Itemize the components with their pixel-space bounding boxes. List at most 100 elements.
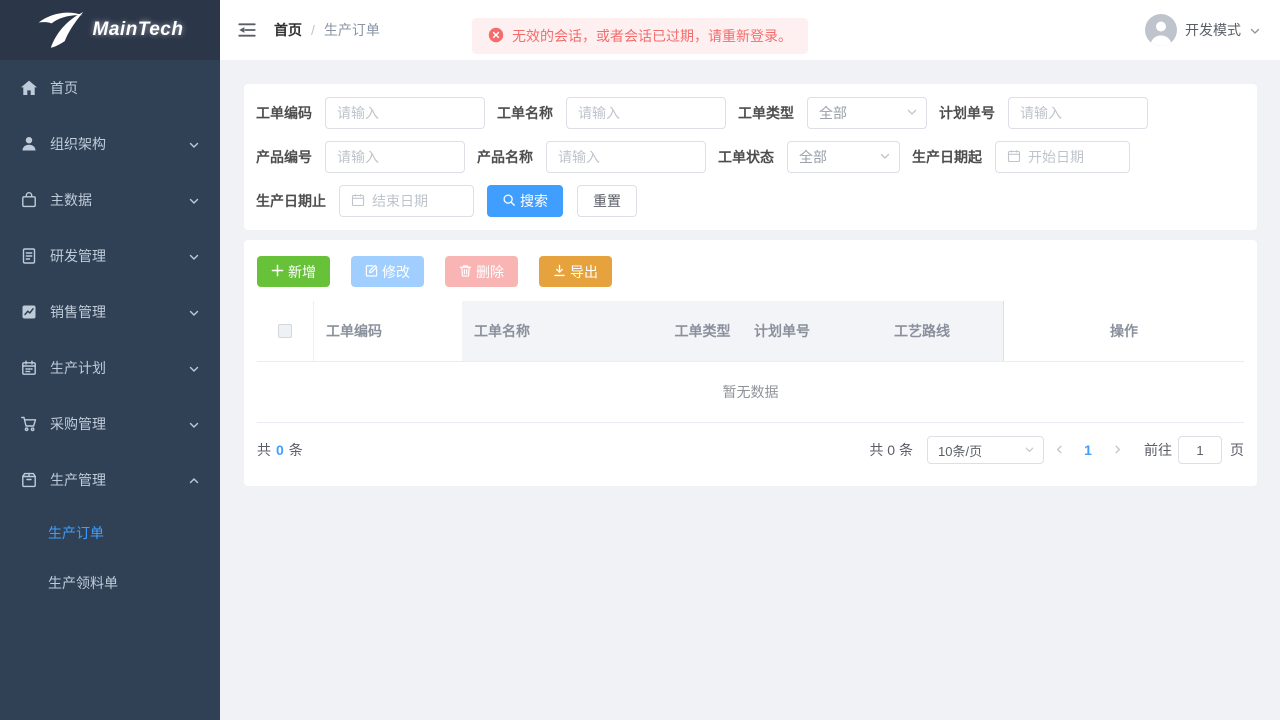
select-value: 全部	[799, 147, 879, 167]
column-header-plan-order-no: 计划单号	[742, 301, 882, 361]
table-toolbar: 新增 修改 删除 导出	[257, 256, 1244, 287]
calendar-icon	[20, 359, 38, 377]
delete-button[interactable]: 删除	[445, 256, 518, 287]
current-page-number[interactable]: 1	[1074, 442, 1102, 458]
work-order-status-select[interactable]: 全部	[787, 141, 900, 173]
prev-page-icon[interactable]	[1044, 443, 1074, 458]
plus-icon	[271, 264, 284, 280]
sidebar-item-home[interactable]: 首页	[0, 60, 220, 116]
sidebar-item-label: 生产计划	[50, 358, 188, 378]
plan-order-no-input[interactable]	[1008, 97, 1148, 129]
sidebar-item-production-management[interactable]: 生产管理	[0, 452, 220, 508]
work-order-code-input[interactable]	[325, 97, 485, 129]
sidebar-item-label: 组织架构	[50, 134, 188, 154]
product-name-input[interactable]	[546, 141, 706, 173]
search-filter-panel: 工单编码 工单名称 工单类型 全部 计	[244, 84, 1257, 230]
production-date-from-picker[interactable]: 开始日期	[995, 141, 1130, 173]
work-order-type-select[interactable]: 全部	[807, 97, 927, 129]
header-select-all	[257, 301, 314, 361]
pagination-bar: 共 0 条 共 0 条 10条/页 1	[257, 436, 1244, 464]
total-count-value: 0	[276, 442, 284, 458]
chevron-down-icon	[188, 250, 200, 262]
cart-icon	[20, 415, 38, 433]
breadcrumb-home[interactable]: 首页	[274, 20, 302, 40]
sidebar-item-production-plan[interactable]: 生产计划	[0, 340, 220, 396]
sidebar-item-label: 研发管理	[50, 246, 188, 266]
sidebar-item-organization[interactable]: 组织架构	[0, 116, 220, 172]
table-empty-state: 暂无数据	[257, 362, 1244, 423]
work-order-table: 工单编码 工单名称 工单类型 计划单号 工艺路线 操作 暂无数据	[257, 301, 1244, 423]
trend-chart-icon	[20, 303, 38, 321]
total-count-left: 共 0 条	[257, 440, 303, 460]
add-button[interactable]: 新增	[257, 256, 330, 287]
chevron-down-icon	[188, 306, 200, 318]
sidebar: MainTech 首页 组织架构 主数据 研发管理	[0, 0, 220, 720]
chevron-down-icon	[906, 105, 918, 121]
main-area: 首页 / 生产订单 无效的会话，或者会话已过期，请重新登录。 开发模式	[220, 0, 1280, 720]
sidebar-item-purchase-management[interactable]: 采购管理	[0, 396, 220, 452]
reset-button[interactable]: 重置	[577, 185, 637, 217]
brand-name: MainTech	[93, 19, 184, 41]
submenu-item-label: 生产订单	[48, 523, 104, 543]
search-button-label: 搜索	[520, 191, 548, 211]
app-logo: MainTech	[0, 0, 220, 60]
chevron-down-icon	[188, 194, 200, 206]
filter-product-code: 产品编号	[256, 141, 465, 173]
sidebar-subitem-production-order[interactable]: 生产订单	[0, 508, 220, 558]
sidebar-item-label: 主数据	[50, 190, 188, 210]
page-size-select[interactable]: 10条/页	[927, 436, 1044, 464]
page-size-value: 10条/页	[938, 441, 1024, 460]
sidebar-item-rnd-management[interactable]: 研发管理	[0, 228, 220, 284]
search-button[interactable]: 搜索	[487, 185, 563, 217]
delete-button-label: 删除	[476, 262, 504, 282]
brand-swoosh-icon	[37, 9, 89, 52]
column-header-work-order-type: 工单类型	[663, 301, 742, 361]
chevron-down-icon	[188, 138, 200, 150]
page-content: 工单编码 工单名称 工单类型 全部 计	[220, 60, 1280, 720]
edit-icon	[365, 264, 378, 280]
sidebar-subitem-production-picking[interactable]: 生产领料单	[0, 558, 220, 608]
filter-production-date-to: 生产日期止 结束日期	[256, 185, 474, 217]
add-button-label: 新增	[288, 262, 316, 282]
column-header-process-route: 工艺路线	[882, 301, 1003, 361]
product-code-input[interactable]	[325, 141, 465, 173]
sidebar-fold-icon[interactable]	[236, 19, 258, 41]
breadcrumb-current: 生产订单	[324, 20, 380, 40]
filter-work-order-status: 工单状态 全部	[718, 141, 900, 173]
field-label: 工单类型	[738, 103, 794, 123]
goto-label: 前往	[1144, 440, 1172, 460]
field-label: 工单状态	[718, 147, 774, 167]
work-order-name-input[interactable]	[566, 97, 726, 129]
calendar-icon	[351, 193, 365, 210]
sidebar-item-label: 采购管理	[50, 414, 188, 434]
sidebar-item-sales-management[interactable]: 销售管理	[0, 284, 220, 340]
submenu-item-label: 生产领料单	[48, 573, 118, 593]
search-icon	[502, 193, 516, 210]
production-date-to-picker[interactable]: 结束日期	[339, 185, 474, 217]
sidebar-item-label: 首页	[50, 78, 200, 98]
user-menu[interactable]: 开发模式	[1145, 14, 1261, 46]
field-label: 产品名称	[477, 147, 533, 167]
edit-button[interactable]: 修改	[351, 256, 424, 287]
date-placeholder: 开始日期	[1028, 147, 1084, 167]
field-label: 生产日期起	[912, 147, 982, 167]
export-button-label: 导出	[570, 262, 598, 282]
sidebar-item-label: 生产管理	[50, 470, 188, 490]
select-all-checkbox[interactable]	[278, 324, 292, 338]
chevron-down-icon	[188, 418, 200, 430]
goto-page-input[interactable]	[1178, 436, 1222, 464]
chevron-down-icon	[1024, 443, 1035, 458]
filter-production-date-from: 生产日期起 开始日期	[912, 141, 1130, 173]
export-button[interactable]: 导出	[539, 256, 612, 287]
column-header-actions: 操作	[1003, 301, 1244, 361]
bag-icon	[20, 191, 38, 209]
alert-message: 无效的会话，或者会话已过期，请重新登录。	[512, 26, 792, 46]
download-icon	[553, 264, 566, 280]
pagination-controls: 共 0 条 10条/页 1 前往	[869, 436, 1244, 464]
sidebar-item-master-data[interactable]: 主数据	[0, 172, 220, 228]
filter-work-order-type: 工单类型 全部	[738, 97, 927, 129]
next-page-icon[interactable]	[1102, 443, 1132, 458]
field-label: 计划单号	[939, 103, 995, 123]
edit-button-label: 修改	[382, 262, 410, 282]
session-error-alert: 无效的会话，或者会话已过期，请重新登录。	[472, 18, 808, 54]
